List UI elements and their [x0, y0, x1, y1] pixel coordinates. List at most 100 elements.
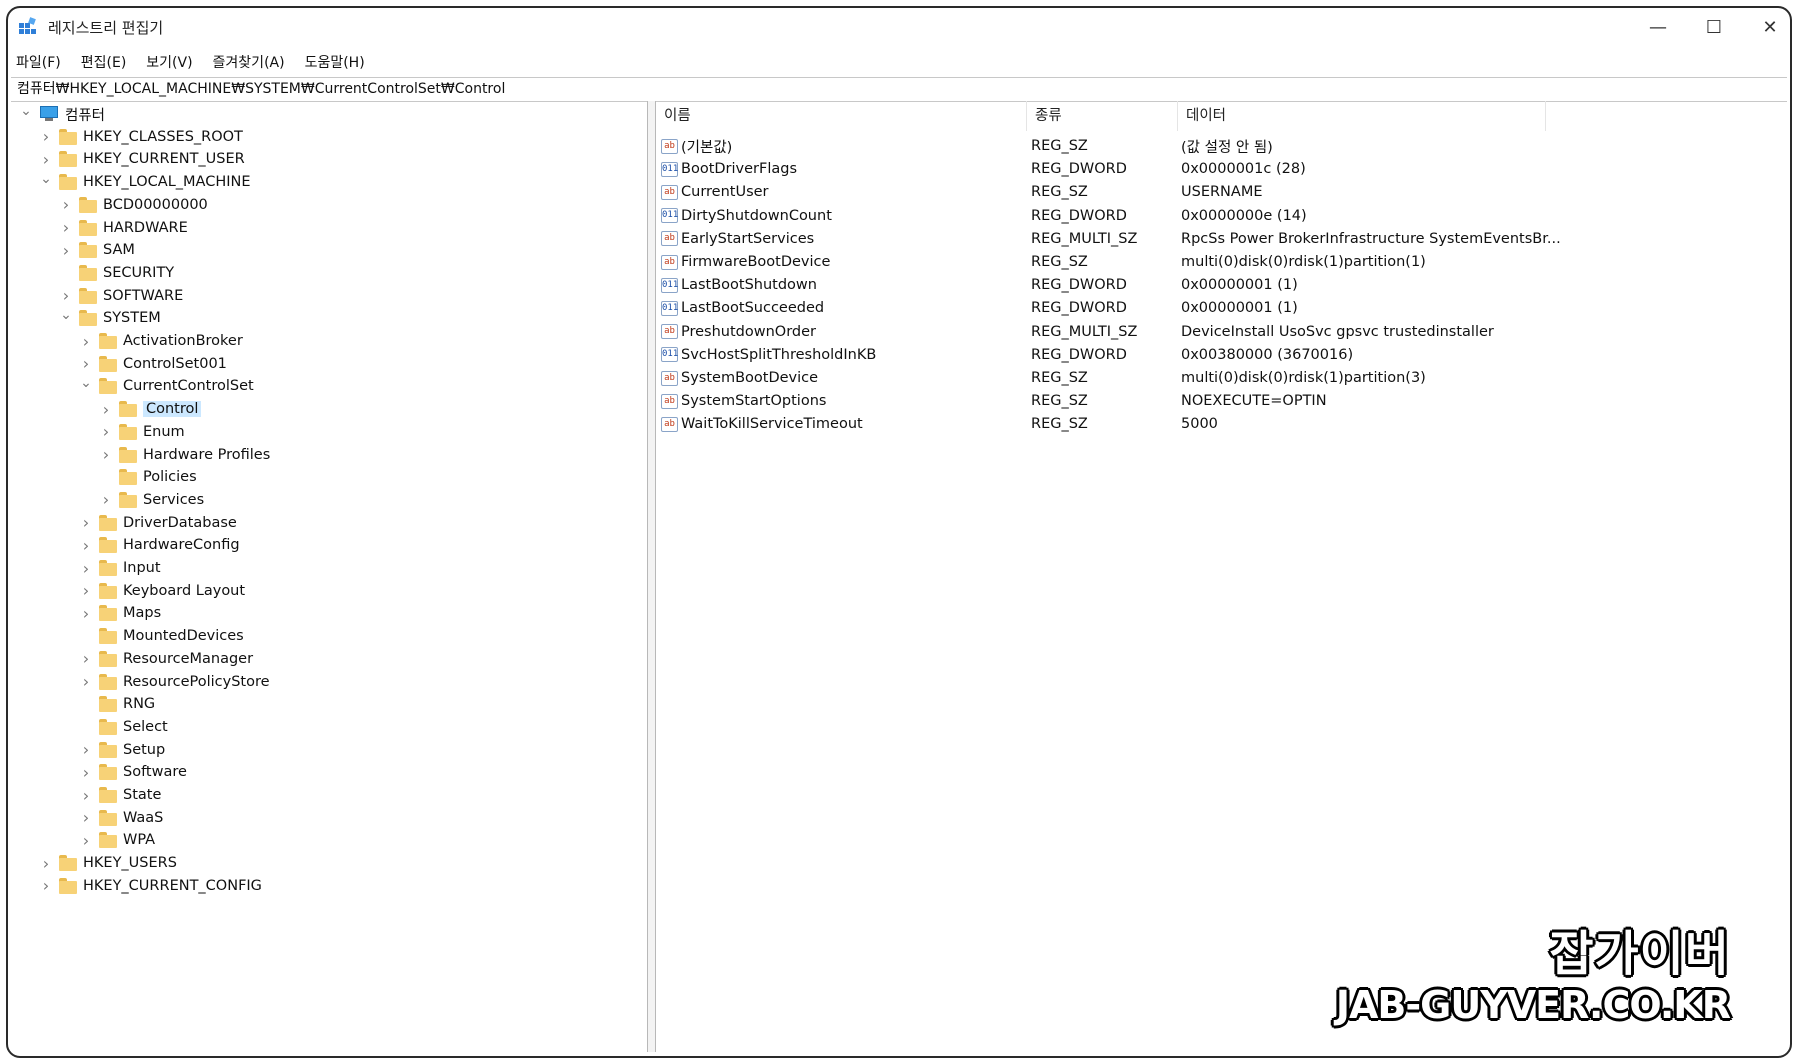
value-row[interactable]: ab FirmwareBootDevice REG_SZ multi(0)disk(0… [656, 250, 1556, 274]
chevron-right-icon[interactable]: › [79, 604, 93, 623]
value-name: (기본값) [681, 139, 733, 156]
tree-item[interactable]: Policies [99, 466, 197, 488]
chevron-right-icon[interactable]: › [79, 513, 93, 532]
value-type: REG_SZ [1031, 184, 1088, 201]
string-value-icon: ab [661, 370, 678, 386]
value-row[interactable]: ab SystemBootDevice REG_SZ multi(0)disk(0)r… [656, 366, 1556, 390]
folder-icon [99, 764, 117, 781]
value-row[interactable]: 011 LastBootShutdown REG_DWORD 0x00000001 (… [656, 273, 1556, 297]
tree-item[interactable]: › DriverDatabase [79, 512, 237, 534]
tree-item[interactable]: › Control [99, 398, 202, 420]
chevron-right-icon[interactable]: › [99, 400, 113, 419]
chevron-right-icon[interactable]: › [39, 854, 53, 873]
tree-item[interactable]: › Hardware Profiles [99, 444, 270, 466]
chevron-right-icon[interactable]: › [79, 332, 93, 351]
tree-item[interactable]: › SOFTWARE [59, 285, 183, 307]
tree-item[interactable]: › HARDWARE [59, 217, 188, 239]
minimize-button[interactable]: — [1630, 8, 1686, 46]
pane-splitter[interactable] [648, 101, 656, 1052]
tree-item[interactable]: › HKEY_CURRENT_CONFIG [39, 875, 262, 897]
tree-item[interactable]: › ResourceManager [79, 648, 253, 670]
tree-item[interactable]: SECURITY [59, 262, 174, 284]
tree-item[interactable]: › HKEY_CURRENT_USER [39, 148, 245, 170]
value-row[interactable]: ab SystemStartOptions REG_SZ NOEXECUTE=OPT… [656, 389, 1556, 413]
tree-item[interactable]: › ActivationBroker [79, 330, 243, 352]
menu-file[interactable]: 파일(F) [16, 52, 61, 72]
chevron-right-icon[interactable]: › [99, 490, 113, 509]
chevron-right-icon[interactable]: › [59, 218, 73, 237]
value-row[interactable]: 011 BootDriverFlags REG_DWORD 0x0000001c (2… [656, 157, 1556, 181]
key-tree-pane[interactable]: ⌄ 컴퓨터 › HKEY_CLASSES_ROOT › HKEY_CURRENT_USER… [11, 101, 648, 1052]
chevron-right-icon[interactable]: › [79, 740, 93, 759]
value-row[interactable]: 011 DirtyShutdownCount REG_DWORD 0x0000000e… [656, 204, 1556, 228]
chevron-right-icon[interactable]: › [79, 763, 93, 782]
tree-item[interactable]: ⌄ SYSTEM [59, 307, 161, 329]
value-row[interactable]: ab EarlyStartServices REG_MULTI_SZ RpcSs Po… [656, 227, 1561, 251]
chevron-right-icon[interactable]: › [99, 422, 113, 441]
tree-item[interactable]: › Software [79, 761, 187, 783]
chevron-right-icon[interactable]: › [79, 559, 93, 578]
chevron-right-icon[interactable]: › [79, 536, 93, 555]
maximize-button[interactable]: ☐ [1686, 8, 1742, 46]
tree-item[interactable]: › Keyboard Layout [79, 580, 245, 602]
tree-item[interactable]: › Input [79, 557, 161, 579]
tree-item[interactable]: › Maps [79, 602, 161, 624]
chevron-right-icon[interactable]: › [99, 445, 113, 464]
tree-item[interactable]: › ControlSet001 [79, 353, 227, 375]
chevron-right-icon[interactable]: › [79, 581, 93, 600]
chevron-right-icon[interactable]: › [59, 241, 73, 260]
chevron-right-icon[interactable]: › [79, 831, 93, 850]
chevron-right-icon[interactable]: › [79, 649, 93, 668]
chevron-down-icon[interactable]: ⌄ [39, 171, 53, 187]
chevron-right-icon[interactable]: › [39, 876, 53, 895]
tree-item[interactable]: › SAM [59, 239, 135, 261]
menu-view[interactable]: 보기(V) [146, 52, 192, 72]
column-header-data[interactable]: 데이터 [1178, 101, 1546, 131]
chevron-right-icon[interactable]: › [59, 195, 73, 214]
value-row[interactable]: ab CurrentUser REG_SZ USERNAME [656, 180, 1556, 204]
tree-item[interactable]: › BCD00000000 [59, 194, 208, 216]
value-row[interactable]: ab PreshutdownOrder REG_MULTI_SZ DeviceInst… [656, 320, 1556, 344]
column-header-name[interactable]: 이름 [656, 101, 1027, 131]
chevron-right-icon[interactable]: › [39, 127, 53, 146]
tree-item[interactable]: › Enum [99, 421, 185, 443]
value-row[interactable]: 011 LastBootSucceeded REG_DWORD 0x00000001 … [656, 296, 1556, 320]
chevron-right-icon[interactable]: › [59, 286, 73, 305]
chevron-right-icon[interactable]: › [79, 354, 93, 373]
tree-item[interactable]: ⌄ CurrentControlSet [79, 375, 254, 397]
tree-item[interactable]: › HardwareConfig [79, 534, 240, 556]
tree-item[interactable]: › WPA [79, 829, 155, 851]
tree-item[interactable]: › ResourcePolicyStore [79, 671, 270, 693]
tree-item[interactable]: › Services [99, 489, 204, 511]
title-bar[interactable]: 레지스트리 편집기 — ☐ ✕ [8, 8, 1790, 46]
chevron-down-icon[interactable]: ⌄ [59, 307, 73, 323]
chevron-right-icon[interactable]: › [79, 808, 93, 827]
tree-item[interactable]: › HKEY_USERS [39, 852, 177, 874]
address-bar[interactable]: 컴퓨터₩HKEY_LOCAL_MACHINE₩SYSTEM₩CurrentCon… [11, 77, 1787, 102]
chevron-down-icon[interactable]: ⌄ [79, 375, 93, 391]
close-button[interactable]: ✕ [1742, 8, 1790, 46]
chevron-right-icon[interactable]: › [79, 786, 93, 805]
tree-item[interactable]: › HKEY_CLASSES_ROOT [39, 126, 243, 148]
chevron-right-icon[interactable]: › [79, 672, 93, 691]
menu-favorites[interactable]: 즐겨찾기(A) [213, 52, 285, 72]
tree-item[interactable]: Select [79, 716, 168, 738]
column-header-type[interactable]: 종류 [1027, 101, 1178, 131]
value-row[interactable]: ab WaitToKillServiceTimeout REG_SZ 5000 [656, 412, 1556, 436]
menu-help[interactable]: 도움말(H) [305, 52, 365, 72]
tree-item[interactable]: RNG [79, 693, 155, 715]
folder-icon [99, 741, 117, 758]
menu-edit[interactable]: 편집(E) [81, 52, 127, 72]
tree-item[interactable]: ⌄ 컴퓨터 [19, 103, 105, 125]
tree-item[interactable]: › State [79, 784, 162, 806]
value-row[interactable]: 011 SvcHostSplitThresholdInKB REG_DWORD 0x0… [656, 343, 1556, 367]
tree-connector [79, 629, 93, 643]
tree-item[interactable]: › WaaS [79, 807, 164, 829]
tree-item[interactable]: ⌄ HKEY_LOCAL_MACHINE [39, 171, 251, 193]
tree-item[interactable]: › Setup [79, 739, 165, 761]
tree-item[interactable]: MountedDevices [79, 625, 244, 647]
chevron-down-icon[interactable]: ⌄ [19, 103, 33, 119]
values-pane: 이름 종류 데이터 ab (기본값) REG_SZ (값 설정 안 됨) 011 Boot… [656, 101, 1787, 1052]
chevron-right-icon[interactable]: › [39, 150, 53, 169]
value-row[interactable]: ab (기본값) REG_SZ (값 설정 안 됨) [656, 134, 1556, 158]
